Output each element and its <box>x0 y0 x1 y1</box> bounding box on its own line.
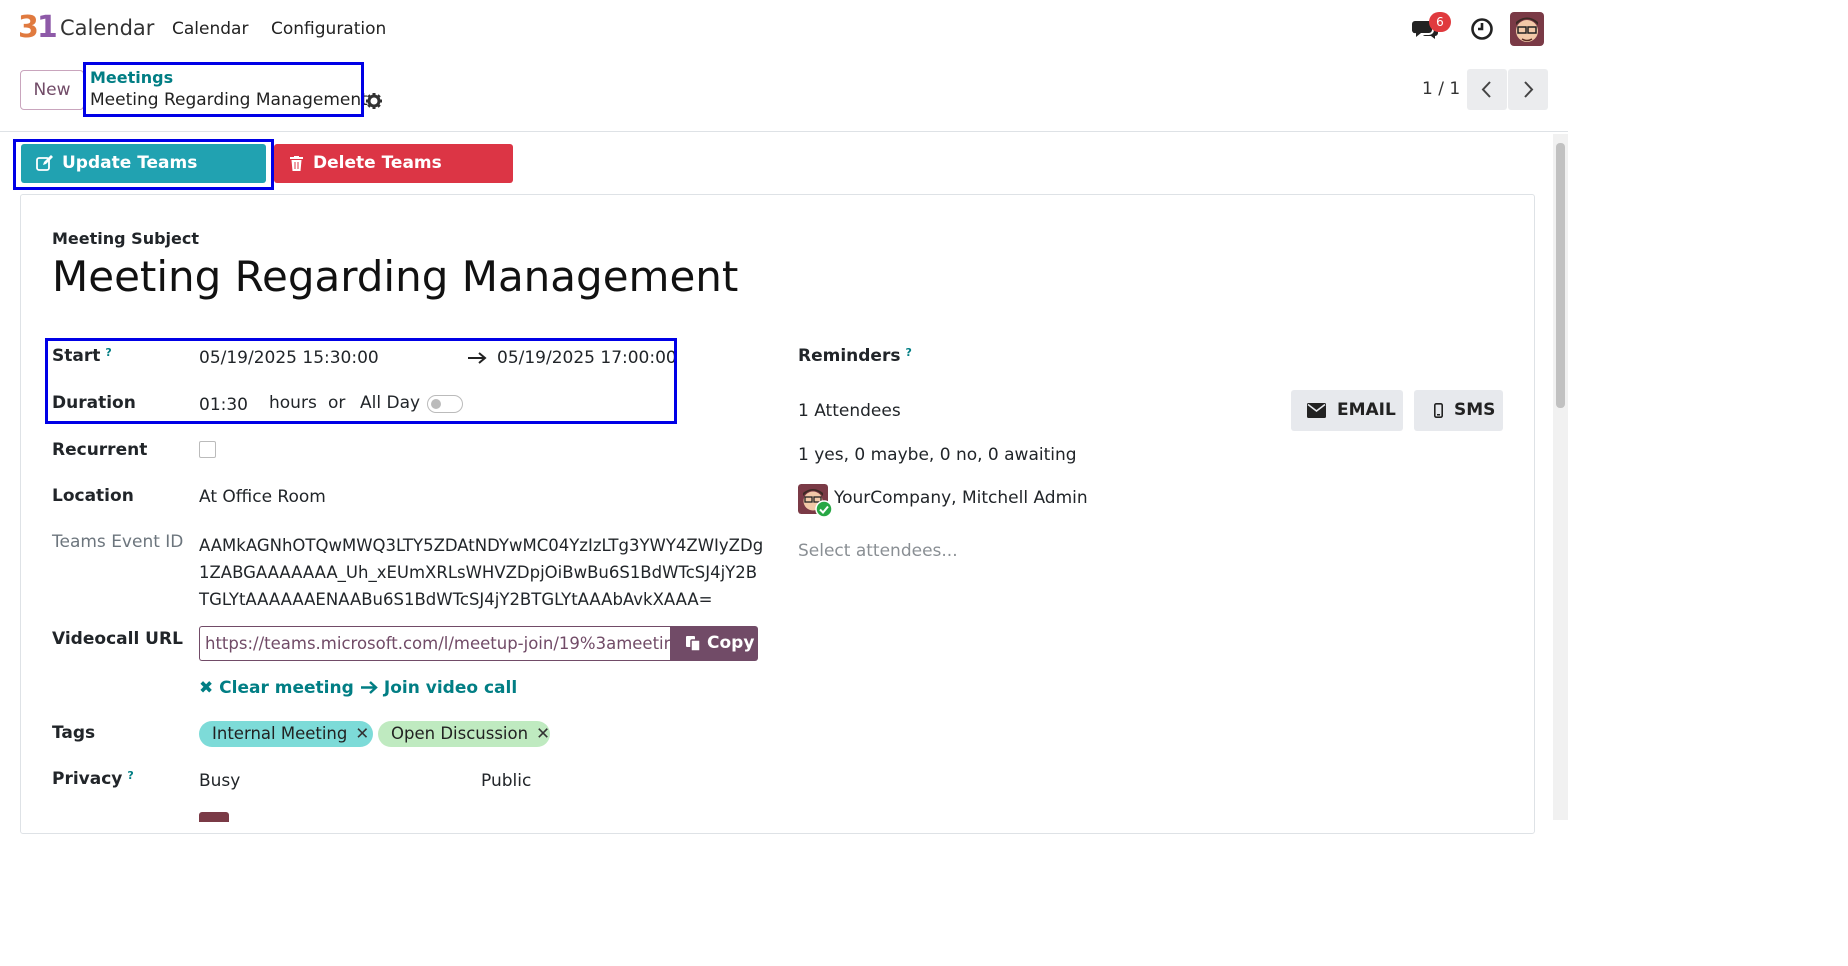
videocall-url-label: Videocall URL <box>52 629 183 649</box>
recurrent-label: Recurrent <box>52 440 148 460</box>
datetime-highlight <box>45 338 677 424</box>
chevron-right-icon <box>1524 81 1534 98</box>
scrollbar-thumb[interactable] <box>1556 143 1565 408</box>
privacy-label: Privacy? <box>52 769 134 789</box>
attendees-count: 1 Attendees <box>798 401 901 421</box>
recurrent-checkbox[interactable] <box>199 441 216 458</box>
tags-label: Tags <box>52 723 96 743</box>
activity-clock-icon[interactable] <box>1470 17 1494 41</box>
new-button[interactable]: New <box>20 70 84 110</box>
copy-button[interactable]: Copy <box>670 626 758 661</box>
copy-icon <box>686 636 701 652</box>
remove-tag-icon[interactable]: ✕ <box>536 724 550 743</box>
menu-configuration[interactable]: Configuration <box>271 19 386 39</box>
chat-badge: 6 <box>1429 12 1451 32</box>
accepted-check-icon <box>815 500 833 518</box>
delete-teams-meeting-button[interactable]: Delete Teams Meeting <box>274 144 513 212</box>
meeting-subject-label: Meeting Subject <box>52 229 200 248</box>
teams-event-id-label: Teams Event ID <box>52 532 184 552</box>
calendar-app-logo[interactable]: 31 <box>18 10 58 45</box>
select-attendees-input[interactable]: Select attendees... <box>798 541 958 561</box>
breadcrumb-highlight <box>83 62 364 117</box>
menu-calendar[interactable]: Calendar <box>172 19 248 39</box>
app-name[interactable]: Calendar <box>60 16 154 40</box>
location-label: Location <box>52 486 134 506</box>
top-navbar: 31 Calendar Calendar Configuration 6 <box>0 0 1568 58</box>
tag-internal-meeting[interactable]: Internal Meeting ✕ <box>199 721 373 747</box>
location-input[interactable]: At Office Room <box>199 487 326 507</box>
pager-next-button[interactable] <box>1508 69 1548 110</box>
join-video-call-link[interactable]: Join video call <box>361 678 517 698</box>
attendees-status: 1 yes, 0 maybe, 0 no, 0 awaiting <box>798 445 1077 465</box>
reminders-help-icon[interactable]: ? <box>905 346 911 359</box>
organizer-avatar <box>199 812 229 822</box>
clear-meeting-link[interactable]: ✖ Clear meeting <box>199 678 354 698</box>
tag-open-discussion[interactable]: Open Discussion ✕ <box>378 721 550 747</box>
envelope-icon <box>1307 403 1326 418</box>
email-button[interactable]: EMAIL <box>1291 390 1403 431</box>
user-avatar[interactable] <box>1510 12 1544 46</box>
remove-tag-icon[interactable]: ✕ <box>355 724 369 743</box>
privacy-show-as-select[interactable]: Busy <box>199 771 240 791</box>
pager-previous-button[interactable] <box>1467 69 1507 110</box>
reminders-label: Reminders? <box>798 346 912 366</box>
mobile-phone-icon <box>1434 403 1443 418</box>
arrow-right-icon <box>361 681 378 694</box>
privacy-select[interactable]: Public <box>481 771 531 791</box>
close-icon: ✖ <box>199 678 214 698</box>
teams-event-id-value: AAMkAGNhOTQwMWQ3LTY5ZDAtNDYwMC04YzIzLTg3… <box>199 536 764 609</box>
gear-icon[interactable] <box>366 93 382 109</box>
attendee-name[interactable]: YourCompany, Mitchell Admin <box>834 488 1088 508</box>
chevron-left-icon <box>1481 81 1491 98</box>
trash-icon <box>290 156 303 171</box>
meeting-subject-input[interactable]: Meeting Regarding Management <box>52 252 738 301</box>
pager-value[interactable]: 1 / 1 <box>1422 79 1460 99</box>
sms-button[interactable]: SMS <box>1414 390 1503 431</box>
update-button-highlight <box>13 139 274 190</box>
videocall-url-input[interactable]: https://teams.microsoft.com/l/meetup-joi… <box>199 626 671 661</box>
control-panel-divider <box>0 131 1568 132</box>
privacy-help-icon[interactable]: ? <box>127 769 133 782</box>
